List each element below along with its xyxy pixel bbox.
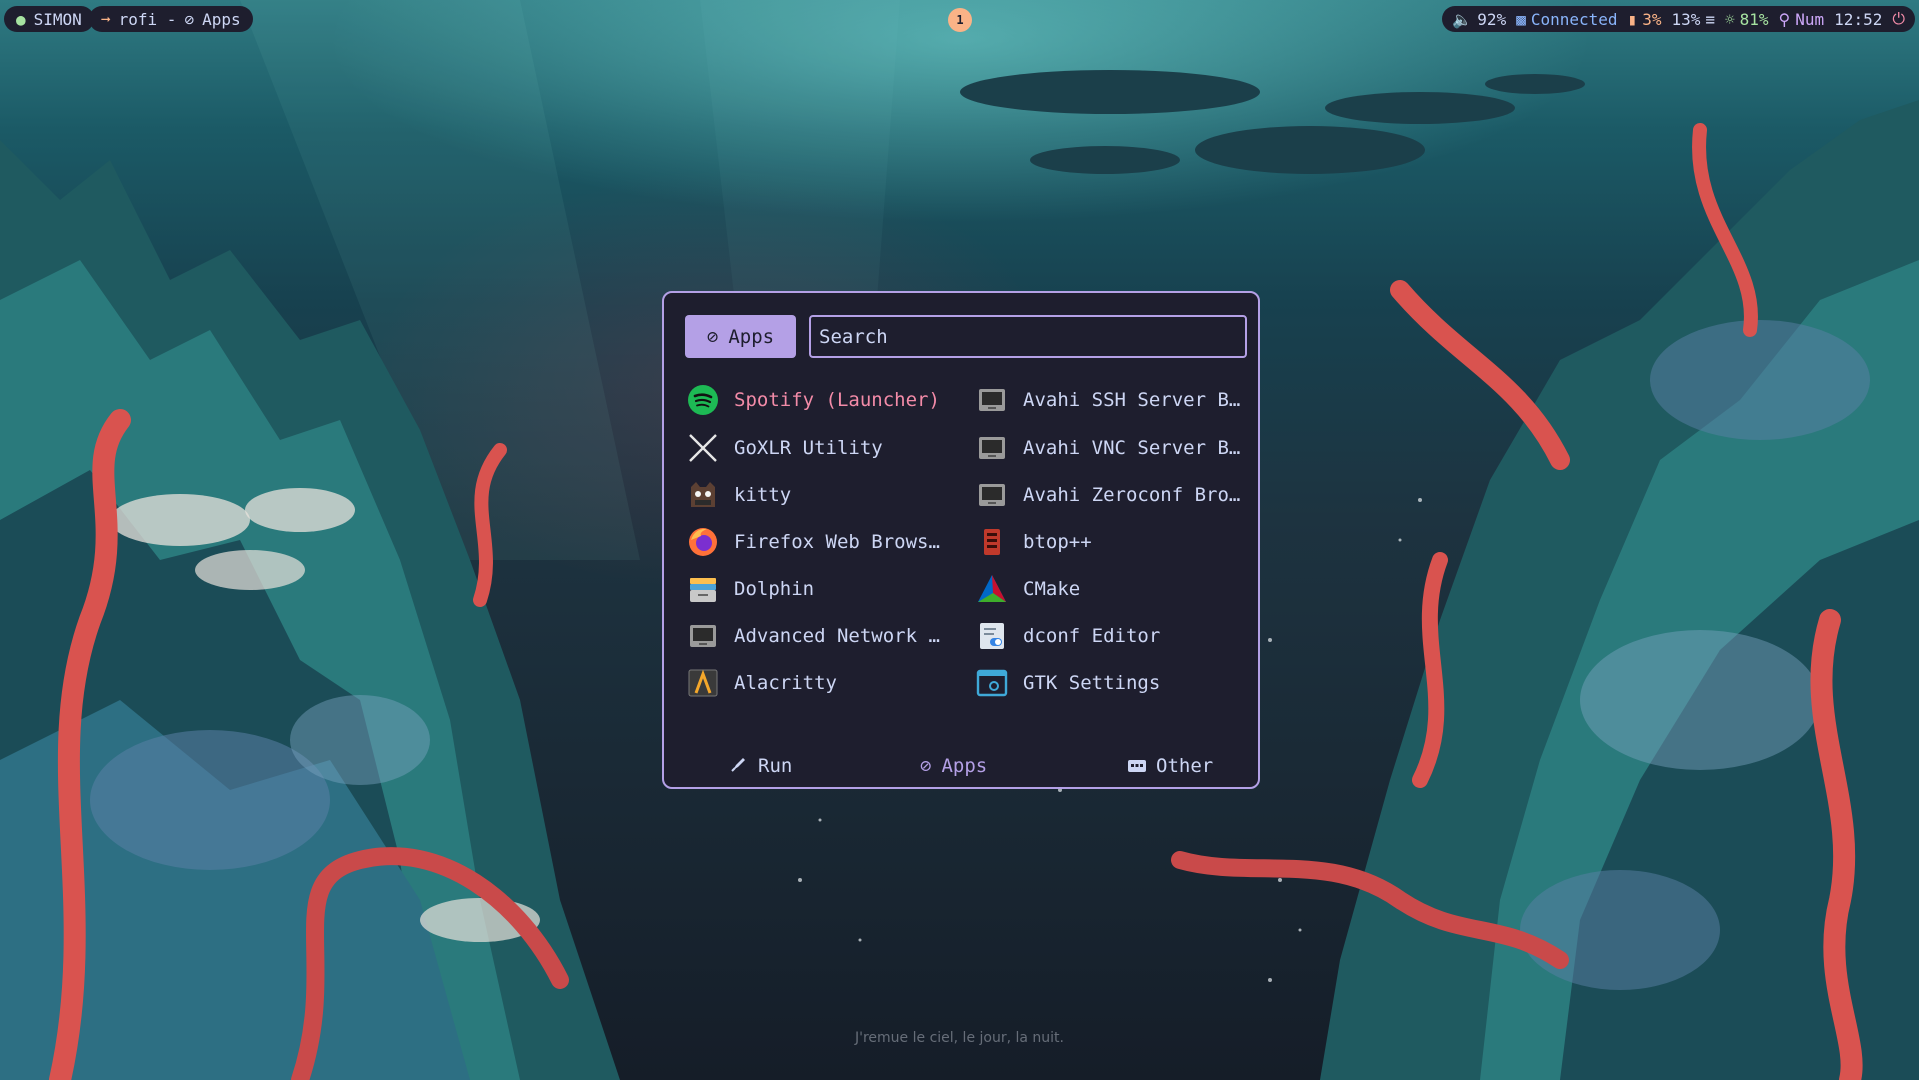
numlock-label: Num	[1795, 9, 1825, 29]
mode-other-label: Other	[1156, 755, 1214, 777]
btop-icon	[975, 525, 1009, 559]
memory-value: 13%	[1671, 9, 1701, 29]
mode-apps-label: Apps	[941, 755, 988, 777]
cpu-icon: ▮	[1627, 9, 1638, 29]
menu-icon: ≡	[1705, 9, 1715, 29]
dconf-icon	[975, 619, 1009, 653]
user-pill: ● SIMON	[4, 6, 94, 32]
arrow-icon: ➞	[101, 9, 111, 29]
rofi-launcher: ⊘ Apps Spotify (Launcher) GoXLR Utility …	[662, 291, 1260, 789]
workspace-indicator[interactable]: 1	[948, 8, 972, 32]
volume-value: 92%	[1477, 9, 1507, 29]
network-icon	[686, 619, 720, 653]
mode-label: Apps	[728, 325, 775, 348]
app-label: GTK Settings	[1023, 672, 1161, 694]
avahi-icon	[975, 431, 1009, 465]
cmake-icon	[975, 572, 1009, 606]
speaker-icon: 🔈	[1452, 9, 1473, 29]
app-item-spotify[interactable]: Spotify (Launcher)	[686, 380, 942, 420]
app-label: btop++	[1023, 531, 1092, 553]
app-label: Spotify (Launcher)	[734, 389, 940, 411]
app-item-goxlr[interactable]: GoXLR Utility	[686, 428, 942, 468]
apps-circle-icon: ⊘	[920, 755, 932, 777]
cpu-module: ▮ 3%	[1628, 10, 1662, 29]
app-label: GoXLR Utility	[734, 437, 883, 459]
apps-circle-icon: ⊘	[706, 325, 719, 348]
cpu-value: 3%	[1642, 9, 1662, 29]
spotify-icon	[686, 383, 720, 417]
avahi-icon	[975, 383, 1009, 417]
app-label: Firefox Web Browser	[734, 531, 942, 553]
app-label: Dolphin	[734, 578, 815, 600]
gtk-settings-icon	[975, 666, 1009, 700]
app-label: kitty	[734, 484, 792, 506]
monitor-icon: ▩	[1516, 9, 1526, 29]
app-item-dconf[interactable]: dconf Editor	[975, 616, 1247, 656]
network-module[interactable]: ▩ Connected	[1516, 10, 1617, 29]
wallpaper-quote: J'remue le ciel, le jour, la nuit.	[855, 1030, 1064, 1046]
clock-time: 12:52	[1834, 9, 1883, 29]
username: SIMON	[33, 9, 82, 29]
app-label: Avahi SSH Server Br…	[1023, 389, 1247, 411]
brightness-module: ☼ 81%	[1725, 10, 1769, 29]
app-label: Alacritty	[734, 672, 837, 694]
mode-run-label: Run	[758, 755, 793, 777]
rocket-icon	[730, 755, 748, 778]
user-icon: ●	[16, 9, 26, 29]
firefox-icon	[686, 525, 720, 559]
keyboard-icon	[1128, 755, 1146, 777]
power-icon[interactable]: ⏻	[1892, 9, 1905, 29]
brightness-icon: ☼	[1725, 9, 1735, 29]
app-item-btop[interactable]: btop++	[975, 522, 1247, 562]
memory-module: 13% ≡	[1671, 10, 1715, 29]
avahi-icon	[975, 478, 1009, 512]
lock-icon: ⚲	[1778, 9, 1791, 29]
alacritty-icon	[686, 666, 720, 700]
app-label: CMake	[1023, 578, 1081, 600]
app-label: Avahi VNC Server Br…	[1023, 437, 1247, 459]
status-bar: 🔈 92% ▩ Connected ▮ 3% 13% ≡ ☼ 81% ⚲ Num…	[1442, 6, 1915, 32]
dolphin-icon	[686, 572, 720, 606]
app-label: Advanced Network Co…	[734, 625, 942, 647]
network-status: Connected	[1530, 9, 1618, 29]
app-item-avahi-vnc[interactable]: Avahi VNC Server Br…	[975, 428, 1247, 468]
app-item-kitty[interactable]: kitty	[686, 475, 942, 515]
mode-other-button[interactable]: Other	[1128, 751, 1213, 781]
mode-indicator: ⊘ Apps	[685, 315, 796, 358]
mode-apps-button[interactable]: ⊘ Apps	[920, 751, 987, 781]
apps-circle-icon: ⊘	[184, 9, 195, 29]
clock-module[interactable]: 12:52	[1834, 10, 1882, 29]
app-item-network[interactable]: Advanced Network Co…	[686, 616, 942, 656]
app-item-firefox[interactable]: Firefox Web Browser	[686, 522, 942, 562]
brightness-value: 81%	[1739, 9, 1769, 29]
app-item-gtk-settings[interactable]: GTK Settings	[975, 663, 1247, 703]
mode-run-button[interactable]: Run	[730, 751, 792, 781]
kitty-icon	[686, 478, 720, 512]
app-label: dconf Editor	[1023, 625, 1161, 647]
window-mode: Apps	[202, 9, 241, 29]
app-item-dolphin[interactable]: Dolphin	[686, 569, 942, 609]
app-label: Avahi Zeroconf Brow…	[1023, 484, 1247, 506]
app-item-cmake[interactable]: CMake	[975, 569, 1247, 609]
search-input[interactable]	[809, 315, 1247, 358]
goxlr-icon	[686, 431, 720, 465]
app-item-alacritty[interactable]: Alacritty	[686, 663, 942, 703]
app-item-avahi-zeroconf[interactable]: Avahi Zeroconf Brow…	[975, 475, 1247, 515]
app-item-avahi-ssh[interactable]: Avahi SSH Server Br…	[975, 380, 1247, 420]
volume-module[interactable]: 🔈 92%	[1452, 10, 1506, 29]
active-window-pill: ➞ rofi - ⊘ Apps	[89, 6, 253, 32]
window-prefix: rofi -	[118, 9, 177, 29]
numlock-module: ⚲ Num	[1779, 10, 1825, 29]
